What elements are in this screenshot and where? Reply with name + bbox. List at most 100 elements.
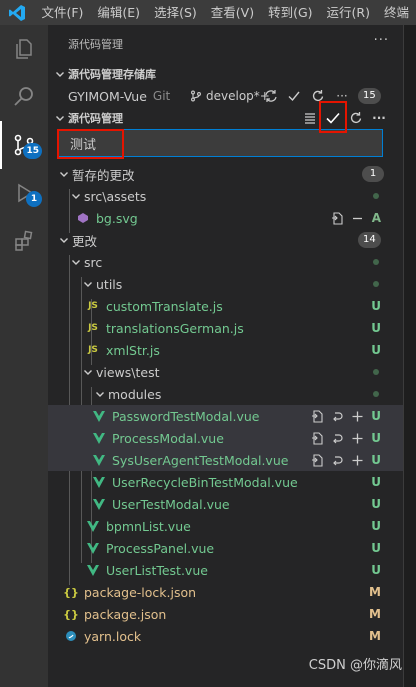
- folder-row[interactable]: src\assets: [48, 185, 403, 207]
- source-control-icon[interactable]: 15: [0, 121, 48, 169]
- refresh-icon[interactable]: [310, 88, 326, 104]
- menu-selection[interactable]: 选择(S): [147, 0, 204, 25]
- chevron-down-icon: [52, 113, 68, 123]
- file-row[interactable]: PasswordTestModal.vue U: [48, 405, 403, 427]
- folder-row[interactable]: views\test: [48, 361, 403, 383]
- stage-changes-icon[interactable]: [349, 408, 365, 424]
- refresh-icon[interactable]: [348, 110, 364, 126]
- file-row[interactable]: bg.svg A: [48, 207, 403, 229]
- discard-changes-icon[interactable]: [329, 408, 345, 424]
- file-row[interactable]: UserListTest.vue U: [48, 559, 403, 581]
- yarn-file-icon: [64, 628, 78, 644]
- file-row[interactable]: {} package.json M: [48, 603, 403, 625]
- commit-message-input[interactable]: [58, 130, 382, 156]
- file-name: bg.svg: [96, 210, 138, 226]
- watermark: CSDN @你滴风: [308, 658, 402, 673]
- chevron-down-icon: [68, 191, 84, 201]
- file-name: xmlStr.js: [106, 342, 160, 358]
- repositories-section-header[interactable]: 源代码管理存储库: [48, 63, 403, 85]
- unstage-icon[interactable]: [349, 210, 365, 226]
- folder-row[interactable]: src: [48, 251, 403, 273]
- menu-view[interactable]: 查看(V): [204, 0, 261, 25]
- vue-file-icon: [92, 452, 106, 468]
- commit-message-box[interactable]: [57, 129, 383, 157]
- menu-file[interactable]: 文件(F): [34, 0, 90, 25]
- menu-go[interactable]: 转到(G): [261, 0, 319, 25]
- file-row[interactable]: UserTestModal.vue U: [48, 493, 403, 515]
- file-name: translationsGerman.js: [106, 320, 244, 336]
- vue-file-icon: [86, 562, 100, 578]
- changes-count: 14: [358, 232, 381, 248]
- file-status: U: [371, 343, 381, 357]
- repository-row[interactable]: GYIMOM-Vue Git develop*+ ··· 15: [48, 85, 403, 107]
- file-status: U: [371, 541, 381, 555]
- discard-changes-icon[interactable]: [329, 452, 345, 468]
- folder-row[interactable]: utils: [48, 273, 403, 295]
- file-row[interactable]: bpmnList.vue U: [48, 515, 403, 537]
- file-status: M: [369, 585, 381, 599]
- file-status: A: [371, 211, 381, 225]
- scm-more-icon[interactable]: ···: [371, 110, 387, 126]
- status-dot: [373, 281, 379, 287]
- discard-changes-icon[interactable]: [329, 430, 345, 446]
- scm-count-badge: 15: [23, 143, 42, 159]
- title-bar: 文件(F) 编辑(E) 选择(S) 查看(V) 转到(G) 运行(R) 终端: [0, 0, 416, 25]
- file-row[interactable]: {} package-lock.json M: [48, 581, 403, 603]
- chevron-down-icon: [80, 367, 96, 377]
- folder-label: src\assets: [84, 188, 147, 204]
- extensions-icon[interactable]: [0, 217, 48, 265]
- editor-area-edge: [403, 25, 416, 687]
- open-file-icon[interactable]: [309, 430, 325, 446]
- file-row[interactable]: JS translationsGerman.js U: [48, 317, 403, 339]
- status-dot: [373, 369, 379, 375]
- file-status: U: [371, 321, 381, 335]
- activity-bar: 15 1: [0, 25, 48, 687]
- commit-check-icon[interactable]: [325, 110, 341, 126]
- file-name: yarn.lock: [84, 628, 142, 644]
- chevron-down-icon: [80, 279, 96, 289]
- file-row[interactable]: ProcessModal.vue U: [48, 427, 403, 449]
- staged-count: 1: [362, 166, 384, 182]
- folder-label: utils: [96, 276, 123, 292]
- commit-check-icon[interactable]: [286, 88, 302, 104]
- file-row[interactable]: JS xmlStr.js U: [48, 339, 403, 361]
- file-row[interactable]: ProcessPanel.vue U: [48, 537, 403, 559]
- file-name: PasswordTestModal.vue: [112, 408, 260, 424]
- file-name: ProcessPanel.vue: [106, 540, 215, 556]
- stage-changes-icon[interactable]: [349, 430, 365, 446]
- staged-changes-header[interactable]: 暂存的更改 1: [48, 163, 403, 185]
- scm-section-header[interactable]: 源代码管理 ···: [48, 107, 403, 129]
- sync-icon[interactable]: [263, 88, 279, 104]
- view-as-list-icon[interactable]: [302, 110, 318, 126]
- status-dot: [373, 259, 379, 265]
- file-status: U: [371, 431, 381, 445]
- menu-edit[interactable]: 编辑(E): [90, 0, 147, 25]
- folder-row[interactable]: modules: [48, 383, 403, 405]
- menu-run[interactable]: 运行(R): [320, 0, 377, 25]
- chevron-down-icon: [52, 69, 68, 79]
- stage-changes-icon[interactable]: [349, 452, 365, 468]
- sidebar-header: 源代码管理 ···: [48, 25, 403, 63]
- js-file-icon: JS: [88, 301, 98, 311]
- file-actions: [309, 452, 365, 468]
- run-debug-icon[interactable]: 1: [0, 169, 48, 217]
- file-row[interactable]: UserRecycleBinTestModal.vue U: [48, 471, 403, 493]
- file-row[interactable]: JS customTranslate.js U: [48, 295, 403, 317]
- file-row[interactable]: yarn.lock M: [48, 625, 403, 647]
- changes-header[interactable]: 更改 14: [48, 229, 403, 251]
- folder-label: modules: [108, 386, 162, 402]
- scm-section-title: 源代码管理: [68, 112, 123, 125]
- branch-picker[interactable]: develop*+: [190, 85, 270, 107]
- repo-more-icon[interactable]: ···: [334, 88, 350, 104]
- file-status: U: [371, 497, 381, 511]
- search-icon[interactable]: [0, 73, 48, 121]
- open-file-icon[interactable]: [309, 452, 325, 468]
- file-status: U: [371, 563, 381, 577]
- sidebar-title: 源代码管理: [68, 38, 123, 51]
- explorer-icon[interactable]: [0, 25, 48, 73]
- more-actions-icon[interactable]: ···: [374, 33, 389, 48]
- open-file-icon[interactable]: [309, 408, 325, 424]
- file-row[interactable]: SysUserAgentTestModal.vue U: [48, 449, 403, 471]
- open-file-icon[interactable]: [329, 210, 345, 226]
- menu-terminal[interactable]: 终端: [377, 0, 416, 25]
